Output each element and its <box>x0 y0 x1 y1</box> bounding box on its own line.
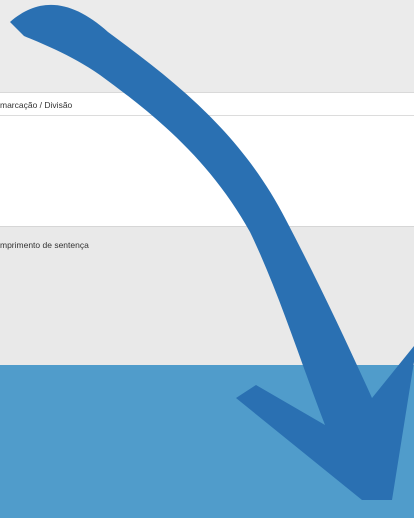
curved-arrow-down-icon <box>10 4 414 501</box>
